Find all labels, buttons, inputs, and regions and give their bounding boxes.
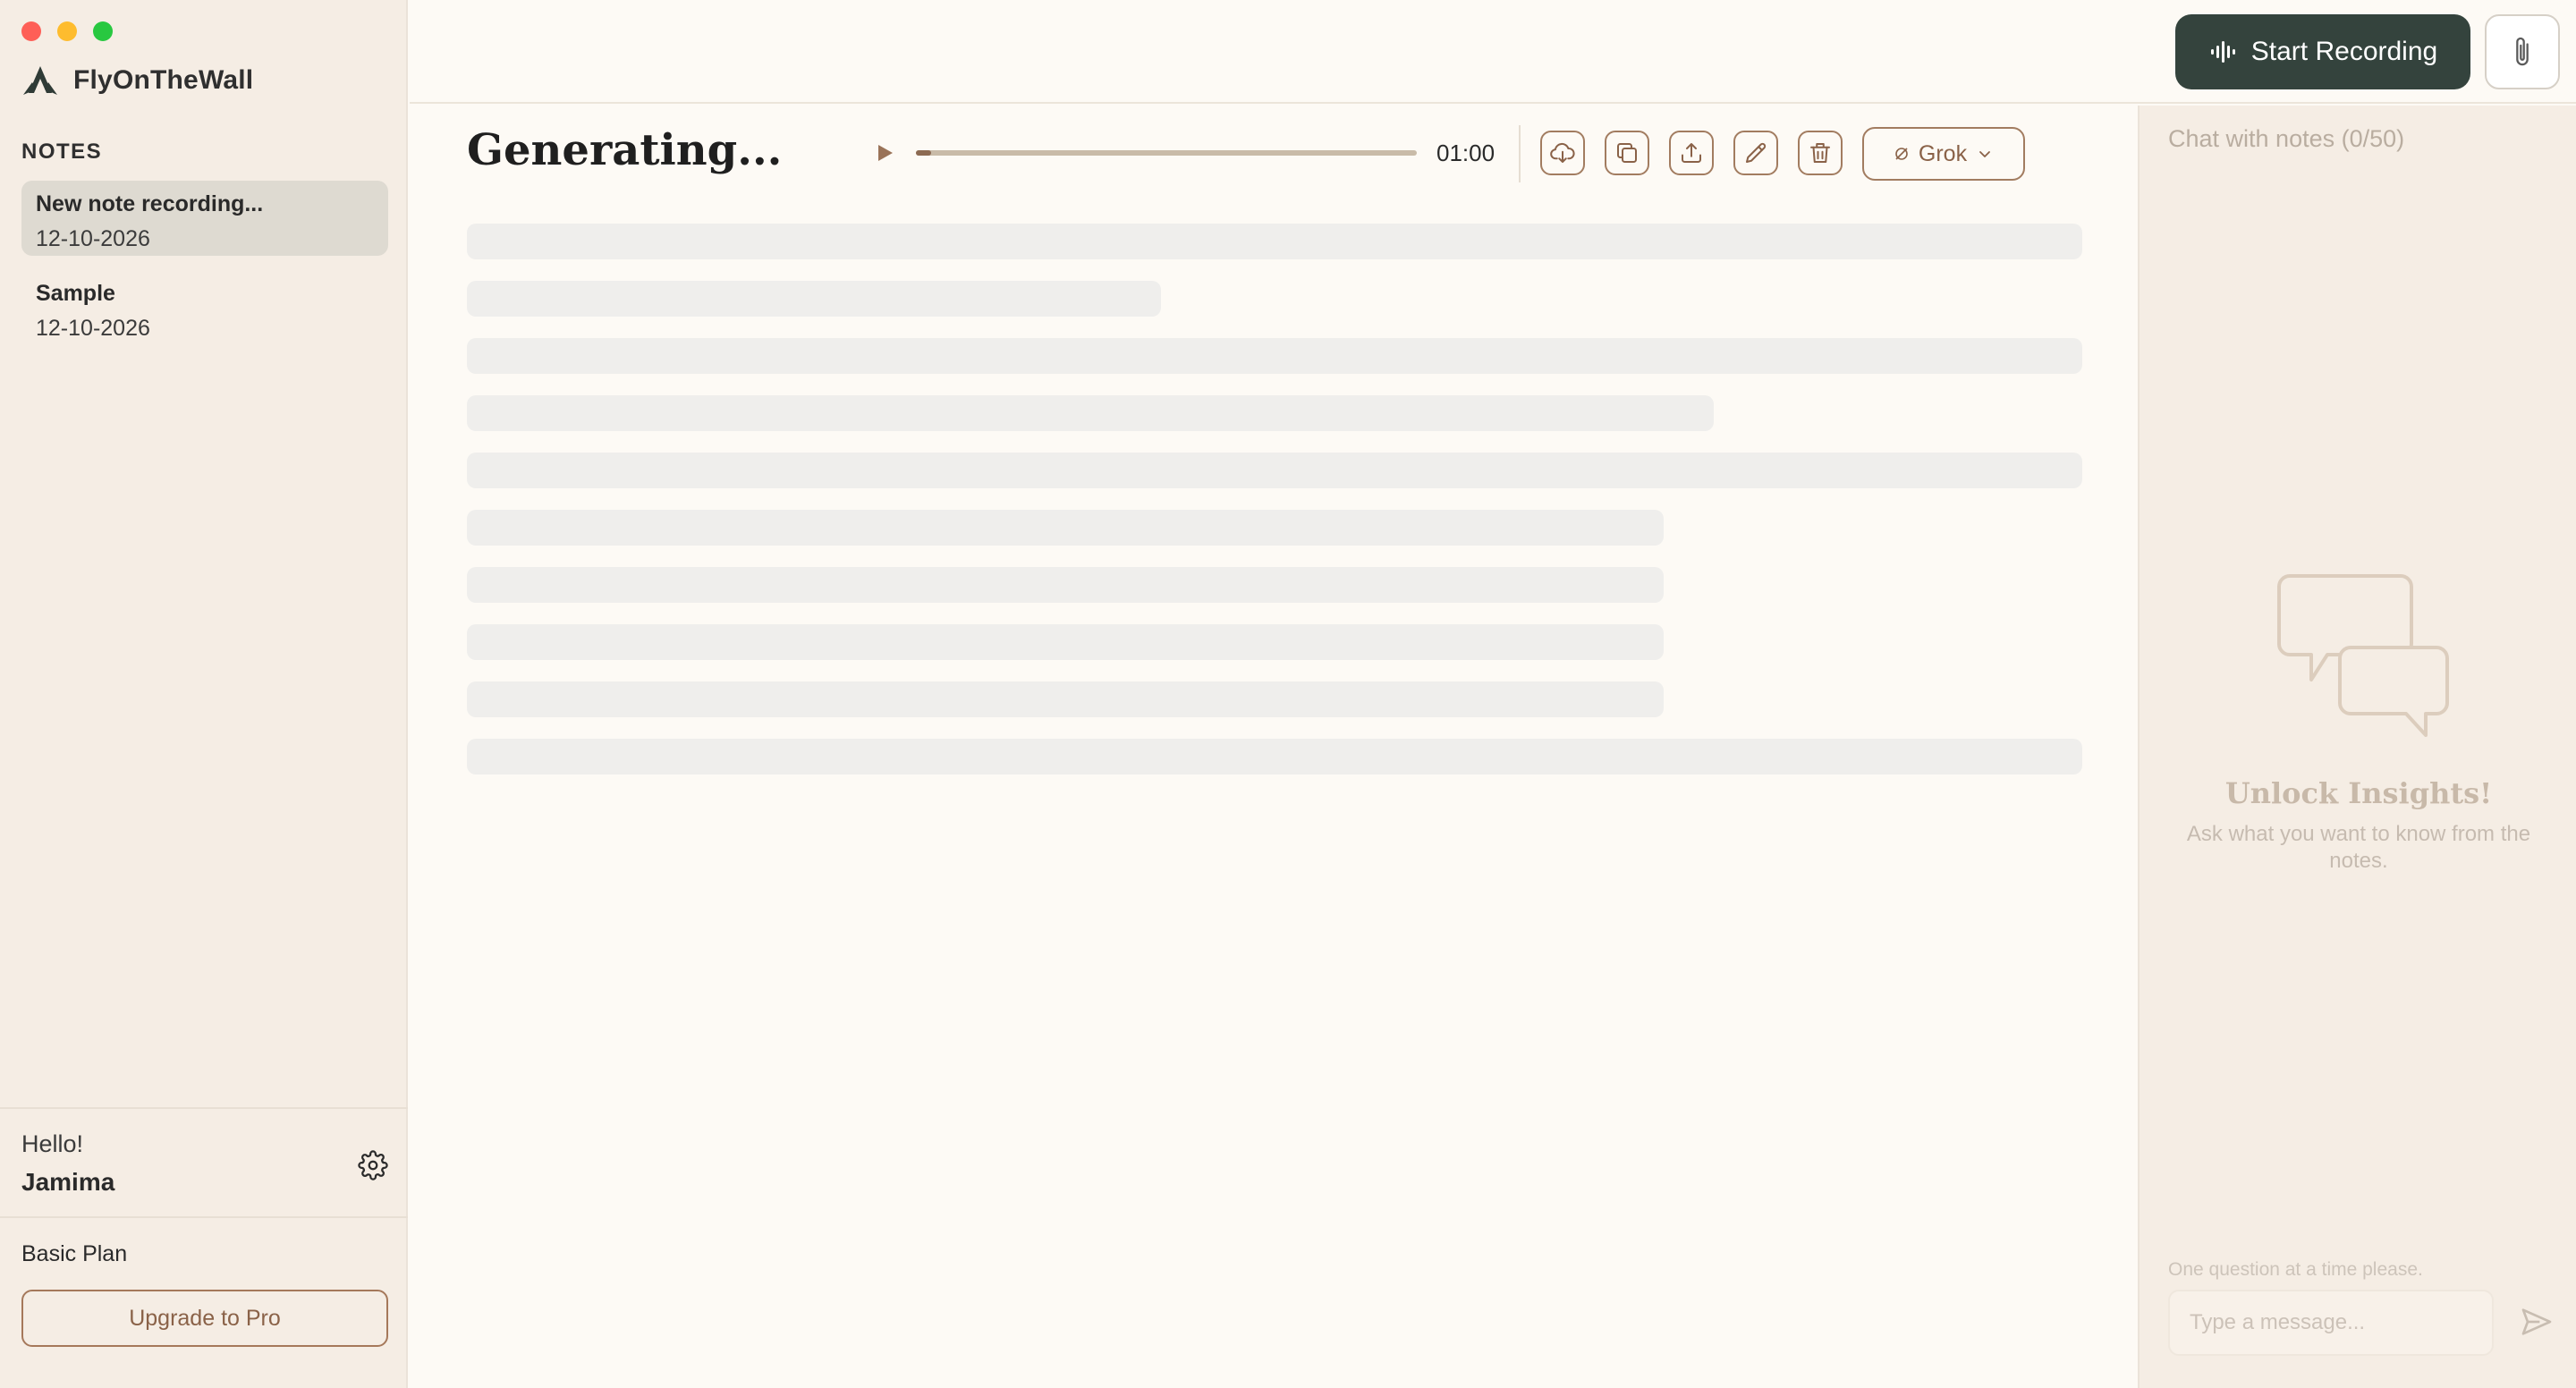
gear-icon[interactable] bbox=[358, 1150, 388, 1181]
audio-duration: 01:00 bbox=[1436, 140, 1496, 166]
user-area: Hello! Jamima bbox=[0, 1107, 408, 1218]
skeleton-line bbox=[467, 624, 1664, 660]
greeting: Hello! bbox=[21, 1130, 84, 1157]
start-recording-label: Start Recording bbox=[2250, 37, 2438, 66]
message-input-wrapper bbox=[2168, 1290, 2494, 1356]
edit-icon bbox=[1746, 142, 1767, 163]
waveform-icon bbox=[2210, 41, 2235, 63]
note-item-sample[interactable]: Sample 12-10-2026 bbox=[21, 270, 388, 345]
note-item-new-recording[interactable]: New note recording... 12-10-2026 bbox=[21, 181, 388, 256]
export-icon bbox=[1682, 143, 1701, 163]
edit-button[interactable] bbox=[1733, 131, 1778, 175]
paperclip-icon bbox=[2516, 37, 2529, 66]
app-logo-icon bbox=[23, 66, 57, 95]
chat-hint: One question at a time please. bbox=[2168, 1259, 2423, 1280]
note-title: Sample bbox=[36, 281, 115, 306]
close-window-button[interactable] bbox=[21, 21, 41, 41]
minimize-window-button[interactable] bbox=[57, 21, 77, 41]
window-controls bbox=[21, 21, 113, 41]
start-recording-button[interactable]: Start Recording bbox=[2175, 14, 2470, 89]
play-icon[interactable] bbox=[873, 141, 896, 165]
audio-progress-bar[interactable] bbox=[916, 150, 1417, 156]
chat-header: Chat with notes (0/50) bbox=[2168, 125, 2404, 153]
delete-button[interactable] bbox=[1798, 131, 1843, 175]
audio-progress-fill bbox=[916, 150, 931, 156]
skeleton-line bbox=[467, 681, 1664, 717]
skeleton-line bbox=[467, 510, 1664, 546]
skeleton-line bbox=[467, 567, 1664, 603]
chat-count: (0/50) bbox=[2341, 125, 2405, 152]
skeleton-line bbox=[467, 453, 2082, 488]
skeleton-line bbox=[467, 395, 1714, 431]
brand: FlyOnTheWall bbox=[20, 63, 253, 98]
skeleton-line bbox=[467, 739, 2082, 774]
model-selector[interactable]: Grok bbox=[1862, 127, 2025, 181]
download-button[interactable] bbox=[1540, 131, 1585, 175]
app-name: FlyOnTheWall bbox=[73, 65, 254, 95]
user-name: Jamima bbox=[21, 1168, 115, 1196]
chat-title: Chat with notes bbox=[2168, 125, 2335, 152]
note-date: 12-10-2026 bbox=[36, 316, 150, 341]
skeleton-line bbox=[467, 281, 1161, 317]
trash-icon bbox=[1810, 143, 1830, 163]
model-name: Grok bbox=[1918, 140, 1968, 166]
zoom-window-button[interactable] bbox=[93, 21, 113, 41]
notes-heading: NOTES bbox=[21, 140, 103, 164]
plan-area: Basic Plan Upgrade to Pro bbox=[0, 1216, 408, 1388]
message-input[interactable] bbox=[2190, 1310, 2476, 1335]
attach-button[interactable] bbox=[2485, 14, 2560, 89]
chat-bubbles-icon bbox=[2277, 574, 2449, 737]
empty-state-title: Unlock Insights! bbox=[2224, 776, 2493, 810]
download-icon bbox=[1550, 142, 1575, 163]
note-date: 12-10-2026 bbox=[36, 226, 150, 251]
chevron-down-icon bbox=[1979, 151, 1990, 157]
skeleton-line bbox=[467, 224, 2082, 259]
note-title: New note recording... bbox=[36, 191, 264, 216]
copy-icon bbox=[1617, 143, 1637, 163]
send-icon[interactable] bbox=[2519, 1304, 2555, 1340]
chat-panel: Chat with notes (0/50) Unlock Insights! … bbox=[2138, 106, 2576, 1388]
copy-button[interactable] bbox=[1605, 131, 1649, 175]
skeleton-line bbox=[467, 338, 2082, 374]
grok-logo-icon bbox=[1895, 148, 1908, 160]
toolbar-divider bbox=[1519, 125, 1521, 182]
export-button[interactable] bbox=[1669, 131, 1714, 175]
note-title-heading: Generating... bbox=[467, 125, 783, 175]
upgrade-button[interactable]: Upgrade to Pro bbox=[21, 1290, 388, 1347]
sidebar: FlyOnTheWall NOTES New note recording...… bbox=[0, 0, 408, 1388]
plan-label: Basic Plan bbox=[21, 1241, 128, 1266]
empty-state-subtitle: Ask what you want to know from the notes… bbox=[2186, 822, 2531, 873]
note-view: Generating... 01:00 Grok bbox=[410, 106, 2138, 1388]
